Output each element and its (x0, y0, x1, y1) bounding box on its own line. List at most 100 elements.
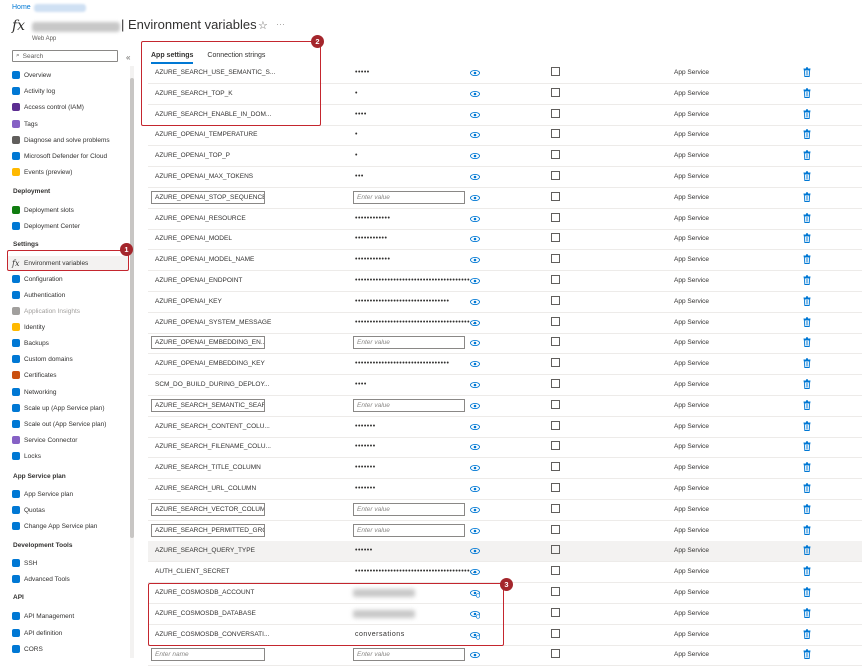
show-value-icon[interactable] (470, 193, 480, 203)
sidebar-item-backups[interactable]: Backups (8, 336, 128, 350)
setting-name-input[interactable]: AZURE_SEARCH_SEMANTIC_SEAR... (151, 399, 265, 412)
setting-name[interactable]: AZURE_SEARCH_FILENAME_COLU... (155, 443, 271, 450)
sidebar-item-scale-up-app-service-plan[interactable]: Scale up (App Service plan) (8, 401, 128, 415)
deployment-slot-setting-checkbox[interactable] (551, 67, 560, 76)
show-value-icon[interactable] (470, 297, 480, 307)
show-value-icon[interactable] (470, 442, 480, 452)
setting-row[interactable]: AZURE_OPENAI_EMBEDDING_KEY •••••••••••••… (148, 354, 862, 375)
deployment-slot-setting-checkbox[interactable] (551, 608, 560, 617)
sidebar-item-activity-log[interactable]: Activity log (8, 84, 128, 98)
setting-name[interactable]: AZURE_OPENAI_RESOURCE (155, 215, 246, 222)
deployment-slot-setting-checkbox[interactable] (551, 171, 560, 180)
breadcrumb-home[interactable]: Home (12, 4, 31, 11)
setting-name[interactable]: SCM_DO_BUILD_DURING_DEPLOY... (155, 381, 269, 388)
setting-name[interactable]: AZURE_SEARCH_TITLE_COLUMN (155, 464, 261, 471)
setting-row[interactable]: AZURE_OPENAI_MODEL_NAME •••••••••••• App… (148, 250, 862, 271)
show-value-icon[interactable] (470, 359, 480, 369)
delete-icon[interactable] (803, 379, 811, 389)
setting-name[interactable]: AZURE_OPENAI_MAX_TOKENS (155, 173, 253, 180)
setting-name[interactable]: AZURE_OPENAI_TOP_P (155, 152, 230, 159)
deployment-slot-setting-checkbox[interactable] (551, 150, 560, 159)
delete-icon[interactable] (803, 587, 811, 597)
setting-row[interactable]: AZURE_OPENAI_TOP_P • App Service (148, 146, 862, 167)
show-value-icon[interactable] (470, 318, 480, 328)
deployment-slot-setting-checkbox[interactable] (551, 358, 560, 367)
show-value-icon[interactable] (470, 526, 480, 536)
delete-icon[interactable] (803, 317, 811, 327)
delete-icon[interactable] (803, 441, 811, 451)
sidebar-item-scale-out-app-service-plan[interactable]: Scale out (App Service plan) (8, 417, 128, 431)
setting-name-input[interactable]: Enter name (151, 648, 265, 661)
show-value-icon[interactable] (470, 234, 480, 244)
show-value-icon[interactable] (470, 567, 480, 577)
sidebar-item-events-preview[interactable]: Events (preview) (8, 165, 128, 179)
sidebar-item-access-control-iam[interactable]: Access control (IAM) (8, 100, 128, 114)
show-value-icon[interactable] (470, 380, 480, 390)
delete-icon[interactable] (803, 358, 811, 368)
deployment-slot-setting-checkbox[interactable] (551, 504, 560, 513)
sidebar-item-ssh[interactable]: SSH (8, 556, 128, 570)
setting-row[interactable]: AZURE_OPENAI_MAX_TOKENS ••• App Service (148, 167, 862, 188)
sidebar-item-overview[interactable]: Overview (8, 68, 128, 82)
sidebar-item-deployment-center[interactable]: Deployment Center (8, 219, 128, 233)
deployment-slot-setting-checkbox[interactable] (551, 421, 560, 430)
deployment-slot-setting-checkbox[interactable] (551, 525, 560, 534)
deployment-slot-setting-checkbox[interactable] (551, 566, 560, 575)
setting-value-input[interactable]: Enter value (353, 399, 465, 412)
show-value-icon[interactable] (470, 422, 480, 432)
setting-name[interactable]: AZURE_OPENAI_TEMPERATURE (155, 131, 257, 138)
setting-name-input[interactable]: AZURE_OPENAI_STOP_SEQUENCE (151, 191, 265, 204)
deployment-slot-setting-checkbox[interactable] (551, 233, 560, 242)
delete-icon[interactable] (803, 254, 811, 264)
deployment-slot-setting-checkbox[interactable] (551, 545, 560, 554)
setting-name[interactable]: AUTH_CLIENT_SECRET (155, 568, 229, 575)
setting-name[interactable]: AZURE_OPENAI_MODEL (155, 235, 232, 242)
sidebar-item-tags[interactable]: Tags (8, 117, 128, 131)
setting-row[interactable]: AZURE_SEARCH_FILENAME_COLU... ••••••• Ap… (148, 437, 862, 458)
delete-icon[interactable] (803, 483, 811, 493)
deployment-slot-setting-checkbox[interactable] (551, 649, 560, 658)
setting-value-input[interactable]: Enter value (353, 191, 465, 204)
delete-icon[interactable] (803, 608, 811, 618)
sidebar-item-configuration[interactable]: Configuration (8, 272, 128, 286)
show-value-icon[interactable] (470, 110, 480, 120)
setting-row[interactable]: SCM_DO_BUILD_DURING_DEPLOY... •••• App S… (148, 375, 862, 396)
sidebar-item-api-management[interactable]: API Management (8, 609, 128, 623)
setting-row[interactable]: AZURE_OPENAI_KEY •••••••••••••••••••••••… (148, 292, 862, 313)
setting-name[interactable]: AZURE_OPENAI_SYSTEM_MESSAGE (155, 319, 271, 326)
delete-icon[interactable] (803, 400, 811, 410)
sidebar-item-locks[interactable]: Locks (8, 449, 128, 463)
more-options-icon[interactable]: ··· (276, 19, 285, 29)
deployment-slot-setting-checkbox[interactable] (551, 379, 560, 388)
sidebar-item-app-service-plan[interactable]: App Service plan (8, 487, 128, 501)
show-value-icon[interactable] (470, 255, 480, 265)
sidebar-item-advanced-tools[interactable]: Advanced Tools (8, 572, 128, 586)
setting-row[interactable]: AZURE_SEARCH_URL_COLUMN ••••••• App Serv… (148, 479, 862, 500)
delete-icon[interactable] (803, 171, 811, 181)
deployment-slot-setting-checkbox[interactable] (551, 587, 560, 596)
sidebar-item-quotas[interactable]: Quotas (8, 503, 128, 517)
delete-icon[interactable] (803, 233, 811, 243)
deployment-slot-setting-checkbox[interactable] (551, 109, 560, 118)
delete-icon[interactable] (803, 504, 811, 514)
sidebar-item-change-app-service-plan[interactable]: Change App Service plan (8, 519, 128, 533)
setting-row[interactable]: AZURE_SEARCH_CONTENT_COLU... ••••••• App… (148, 417, 862, 438)
show-value-icon[interactable] (470, 214, 480, 224)
favorite-star-icon[interactable]: ☆ (258, 19, 268, 32)
setting-value-input[interactable]: Enter value (353, 648, 465, 661)
delete-icon[interactable] (803, 192, 811, 202)
show-value-icon[interactable] (470, 276, 480, 286)
setting-name[interactable]: AZURE_OPENAI_KEY (155, 298, 222, 305)
setting-row[interactable]: AZURE_SEARCH_SEMANTIC_SEAR... Enter valu… (148, 396, 862, 417)
delete-icon[interactable] (803, 545, 811, 555)
setting-value-input[interactable]: Enter value (353, 524, 465, 537)
show-value-icon[interactable] (470, 130, 480, 140)
show-value-icon[interactable] (470, 338, 480, 348)
setting-row[interactable]: AZURE_OPENAI_SYSTEM_MESSAGE ••••••••••••… (148, 313, 862, 334)
setting-name[interactable]: AZURE_OPENAI_ENDPOINT (155, 277, 242, 284)
sidebar-item-service-connector[interactable]: Service Connector (8, 433, 128, 447)
show-value-icon[interactable] (470, 546, 480, 556)
setting-name[interactable]: AZURE_OPENAI_EMBEDDING_KEY (155, 360, 265, 367)
sidebar-item-application-insights[interactable]: Application Insights (8, 304, 128, 318)
deployment-slot-setting-checkbox[interactable] (551, 88, 560, 97)
